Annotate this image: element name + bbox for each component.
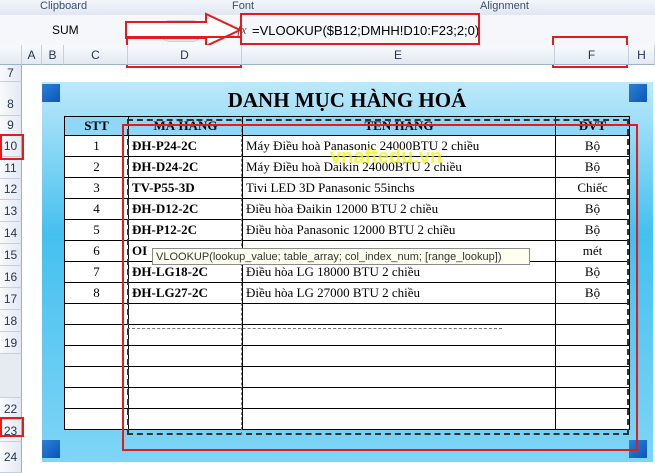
column-header-c[interactable]: C — [64, 45, 128, 65]
name-box[interactable]: SUM — [2, 20, 122, 40]
cell-stt[interactable]: 2 — [64, 156, 129, 178]
cell-stt[interactable]: 5 — [64, 219, 129, 241]
row-header-19[interactable]: 19 — [0, 332, 22, 354]
column-header-f[interactable]: F — [555, 45, 629, 65]
row-header-18[interactable]: 18 — [0, 310, 22, 332]
empty-cell[interactable] — [64, 408, 129, 430]
column-header-e[interactable]: E — [242, 45, 555, 65]
row-header-16[interactable]: 16 — [0, 266, 22, 288]
cell-stt[interactable]: 1 — [64, 135, 129, 157]
row-header-11[interactable]: 11 — [0, 157, 22, 179]
empty-cell[interactable] — [64, 303, 129, 325]
frame-corner-icon — [42, 84, 60, 102]
cell-stt[interactable]: 4 — [64, 198, 129, 220]
empty-cell[interactable] — [64, 366, 129, 388]
empty-cell[interactable] — [64, 387, 129, 409]
column-header-b[interactable]: B — [42, 45, 64, 65]
row-header-24[interactable]: 24 — [0, 442, 22, 473]
watermark: vnaftedu.vn — [330, 146, 443, 168]
row-header-gap — [0, 354, 22, 398]
font-group-label: Font — [232, 0, 255, 12]
lookup-range-highlight-box — [122, 124, 638, 451]
frame-corner-icon — [42, 440, 60, 458]
function-arguments-tooltip: VLOOKUP(lookup_value; table_array; col_i… — [152, 248, 530, 265]
row-header-15[interactable]: 15 — [0, 244, 22, 266]
formula-highlight-box — [240, 13, 480, 45]
select-all-corner[interactable] — [0, 45, 22, 65]
column-header-d[interactable]: D — [128, 45, 242, 65]
cell-stt[interactable]: 6 — [64, 240, 129, 262]
column-header-h[interactable]: H — [629, 45, 655, 65]
header-stt[interactable]: STT — [64, 116, 129, 136]
row-header-8[interactable]: 8 — [0, 82, 22, 116]
row-header-12[interactable]: 12 — [0, 179, 22, 200]
row-10-highlight-box — [0, 134, 24, 160]
cell-stt[interactable]: 7 — [64, 261, 129, 283]
empty-cell[interactable] — [64, 345, 129, 367]
alignment-group-label: Alignment — [480, 0, 529, 12]
row-header-14[interactable]: 14 — [0, 222, 22, 244]
column-header-a[interactable]: A — [22, 45, 42, 65]
row-23-highlight-box — [0, 417, 24, 437]
cell-stt[interactable]: 8 — [64, 282, 129, 304]
row-header-7[interactable]: 7 — [0, 65, 22, 82]
row-header-17[interactable]: 17 — [0, 288, 22, 310]
row-header-13[interactable]: 13 — [0, 200, 22, 222]
clipboard-group-label: Clipboard — [40, 0, 88, 12]
sheet-title: DANH MỤC HÀNG HOÁ — [227, 88, 467, 112]
cell-stt[interactable]: 3 — [64, 177, 129, 199]
empty-cell[interactable] — [64, 324, 129, 346]
row-header-9[interactable]: 9 — [0, 116, 22, 135]
